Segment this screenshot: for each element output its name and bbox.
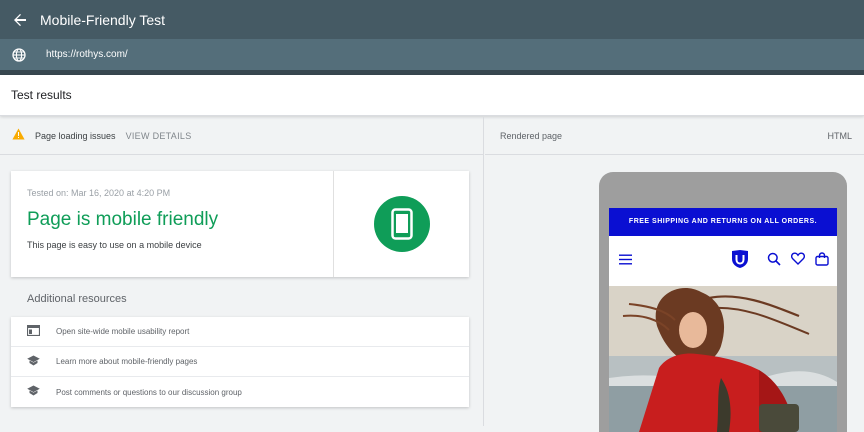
url-bar: https://rothys.com/ (0, 39, 864, 70)
arrow-left-icon[interactable] (0, 0, 40, 39)
card-divider (333, 171, 334, 277)
additional-resources-title: Additional resources (27, 293, 127, 305)
rendered-screenshot[interactable]: FREE SHIPPING AND RETURNS ON ALL ORDERS. (609, 208, 837, 432)
page-loading-issues-label: Page loading issues (35, 130, 116, 141)
resource-label: Learn more about mobile-friendly pages (56, 357, 198, 366)
heart-icon (790, 252, 806, 270)
globe-icon (0, 47, 38, 62)
site-nav (609, 236, 837, 286)
verdict-subtitle: This page is easy to use on a mobile dev… (27, 240, 202, 250)
resource-label: Open site-wide mobile usability report (56, 327, 190, 336)
resources-card: Open site-wide mobile usability report L… (11, 317, 469, 407)
hero-image (609, 286, 837, 432)
page-loading-issues-row: Page loading issues VIEW DETAILS (0, 117, 483, 155)
resource-label: Post comments or questions to our discus… (56, 387, 242, 397)
app-title: Mobile-Friendly Test (40, 11, 166, 28)
app-header: Mobile-Friendly Test (0, 0, 864, 39)
menu-icon (619, 252, 633, 270)
rendered-page-pane: Rendered page HTML FREE SHIPPING AND RET… (485, 117, 864, 432)
tested-on-timestamp: Tested on: Mar 16, 2020 at 4:20 PM (27, 188, 171, 198)
results-header: Test results (0, 75, 864, 116)
device-frame: FREE SHIPPING AND RETURNS ON ALL ORDERS. (599, 172, 847, 432)
warning-icon (12, 127, 25, 145)
dashboard-icon (26, 323, 41, 341)
tab-html[interactable]: HTML (828, 131, 853, 141)
resource-item-usability-report[interactable]: Open site-wide mobile usability report (11, 317, 469, 347)
resource-item-learn-more[interactable]: Learn more about mobile-friendly pages (11, 347, 469, 377)
view-details-link[interactable]: VIEW DETAILS (126, 131, 192, 141)
url-input[interactable]: https://rothys.com/ (46, 49, 128, 60)
resource-item-discussion-group[interactable]: Post comments or questions to our discus… (11, 377, 469, 407)
mobile-friendly-phone-icon (374, 196, 430, 252)
tab-rendered-page[interactable]: Rendered page (500, 131, 562, 141)
results-pane: Page loading issues VIEW DETAILS Tested … (0, 117, 484, 426)
shopping-bag-icon (815, 251, 829, 271)
results-title: Test results (11, 88, 72, 102)
verdict-heading: Page is mobile friendly (27, 209, 219, 230)
school-icon (27, 353, 40, 371)
search-icon (767, 252, 781, 271)
rendered-page-header: Rendered page HTML (485, 117, 864, 155)
result-card: Tested on: Mar 16, 2020 at 4:20 PM Page … (11, 171, 469, 277)
shield-logo-icon (731, 249, 749, 274)
site-nav-actions (767, 251, 829, 271)
school-icon (27, 383, 40, 401)
promo-banner: FREE SHIPPING AND RETURNS ON ALL ORDERS. (609, 208, 837, 236)
